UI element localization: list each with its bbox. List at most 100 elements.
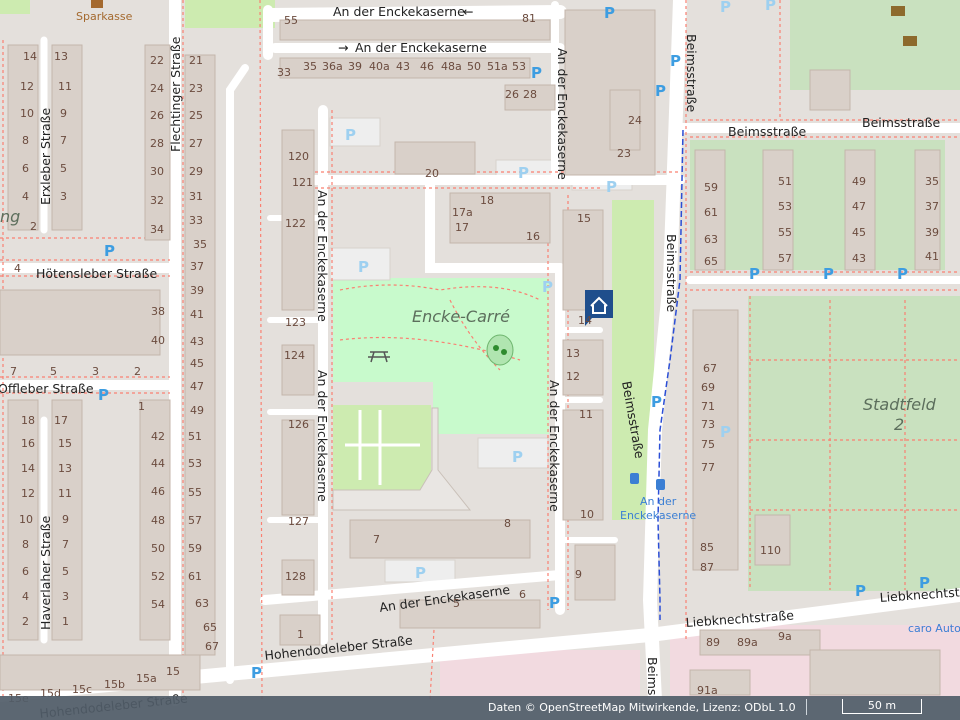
parking-icon[interactable]: P bbox=[720, 0, 731, 16]
svg-text:24: 24 bbox=[150, 82, 164, 95]
svg-text:37: 37 bbox=[925, 200, 939, 213]
parking-icon[interactable]: P bbox=[897, 265, 908, 283]
svg-text:45: 45 bbox=[190, 357, 204, 370]
svg-text:30: 30 bbox=[150, 165, 164, 178]
bank-icon[interactable] bbox=[91, 0, 103, 8]
svg-text:44: 44 bbox=[151, 457, 165, 470]
svg-text:11: 11 bbox=[58, 80, 72, 93]
svg-text:28: 28 bbox=[523, 88, 537, 101]
svg-text:63: 63 bbox=[704, 233, 718, 246]
bank-label: Sparkasse bbox=[76, 10, 133, 23]
svg-text:55: 55 bbox=[778, 226, 792, 239]
parking-icon[interactable]: P bbox=[345, 126, 356, 144]
parking-icon[interactable]: P bbox=[720, 423, 731, 441]
parking-icon[interactable]: P bbox=[251, 664, 262, 682]
street-enckekaserne-top: An der Enckekaserne bbox=[333, 4, 465, 19]
parking-icon[interactable]: P bbox=[512, 448, 523, 466]
street-beimsstrasse-v4: Beims bbox=[645, 657, 660, 695]
svg-text:69: 69 bbox=[701, 381, 715, 394]
svg-text:4: 4 bbox=[14, 262, 21, 275]
district-number: 2 bbox=[894, 415, 904, 434]
svg-text:33: 33 bbox=[189, 214, 203, 227]
svg-text:59: 59 bbox=[704, 181, 718, 194]
parking-icon[interactable]: P bbox=[855, 582, 866, 600]
svg-text:23: 23 bbox=[617, 147, 631, 160]
svg-text:10: 10 bbox=[19, 513, 33, 526]
garden-top bbox=[185, 0, 275, 28]
svg-text:6: 6 bbox=[22, 565, 29, 578]
svg-text:4: 4 bbox=[22, 190, 29, 203]
parking-icon[interactable]: P bbox=[542, 278, 553, 296]
parking-icon[interactable]: P bbox=[604, 4, 615, 22]
svg-text:35: 35 bbox=[303, 60, 317, 73]
svg-text:110: 110 bbox=[760, 544, 781, 557]
svg-text:1: 1 bbox=[62, 615, 69, 628]
parking-icon[interactable]: P bbox=[518, 164, 529, 182]
svg-text:43: 43 bbox=[396, 60, 410, 73]
garden-top-left bbox=[0, 0, 30, 14]
parking-icon[interactable]: P bbox=[765, 0, 776, 14]
parking-icon[interactable]: P bbox=[104, 242, 115, 260]
svg-text:15: 15 bbox=[166, 665, 180, 678]
svg-text:6: 6 bbox=[22, 162, 29, 175]
parking-icon[interactable]: P bbox=[98, 386, 109, 404]
park-encke-carre bbox=[333, 278, 549, 382]
svg-text:7: 7 bbox=[62, 538, 69, 551]
svg-text:15b: 15b bbox=[104, 678, 125, 691]
svg-text:40: 40 bbox=[151, 334, 165, 347]
svg-text:5: 5 bbox=[453, 597, 460, 610]
svg-text:9: 9 bbox=[60, 107, 67, 120]
svg-text:55: 55 bbox=[284, 14, 298, 27]
svg-text:15: 15 bbox=[58, 437, 72, 450]
svg-text:25: 25 bbox=[189, 109, 203, 122]
street-enckekaserne-vert-left: An der Enckekaserne bbox=[315, 190, 330, 322]
scale-bar: 50 m bbox=[842, 699, 922, 714]
svg-text:61: 61 bbox=[704, 206, 718, 219]
svg-text:14: 14 bbox=[23, 50, 37, 63]
parking-icon[interactable]: P bbox=[651, 393, 662, 411]
district-label: Stadtfeld bbox=[863, 395, 937, 414]
svg-text:1: 1 bbox=[138, 400, 145, 413]
playground-icon[interactable] bbox=[486, 334, 514, 366]
svg-text:13: 13 bbox=[566, 347, 580, 360]
area-label-encke-carre: Encke-Carré bbox=[412, 307, 510, 326]
svg-text:5: 5 bbox=[62, 565, 69, 578]
svg-text:121: 121 bbox=[292, 176, 313, 189]
parking-icon[interactable]: P bbox=[531, 64, 542, 82]
svg-text:26: 26 bbox=[505, 88, 519, 101]
parking-icon[interactable]: P bbox=[415, 564, 426, 582]
divider bbox=[806, 699, 807, 715]
svg-text:11: 11 bbox=[58, 487, 72, 500]
svg-text:6: 6 bbox=[519, 588, 526, 601]
svg-text:10: 10 bbox=[580, 508, 594, 521]
parking-icon[interactable]: P bbox=[823, 265, 834, 283]
parking-icon[interactable]: P bbox=[606, 178, 617, 196]
svg-text:8: 8 bbox=[504, 517, 511, 530]
svg-text:18: 18 bbox=[21, 414, 35, 427]
parking-icon[interactable]: P bbox=[749, 265, 760, 283]
parking-icon[interactable]: P bbox=[919, 574, 930, 592]
parking-icon[interactable]: P bbox=[549, 594, 560, 612]
map-canvas[interactable]: An der Enckekaserne ← → An der Enckekase… bbox=[0, 0, 960, 720]
svg-text:9: 9 bbox=[62, 513, 69, 526]
bus-stop-label-line2: Enckekaserne bbox=[620, 509, 696, 522]
svg-text:12: 12 bbox=[20, 80, 34, 93]
svg-text:41: 41 bbox=[925, 250, 939, 263]
attribution-text[interactable]: Daten © OpenStreetMap Mitwirkende, Lizen… bbox=[488, 701, 796, 714]
parking-icon[interactable]: P bbox=[670, 52, 681, 70]
svg-text:10: 10 bbox=[20, 107, 34, 120]
svg-text:124: 124 bbox=[284, 349, 305, 362]
svg-text:40a: 40a bbox=[369, 60, 390, 73]
svg-text:50: 50 bbox=[467, 60, 481, 73]
svg-text:34: 34 bbox=[150, 223, 164, 236]
svg-text:75: 75 bbox=[701, 438, 715, 451]
parking-icon[interactable]: P bbox=[655, 82, 666, 100]
street-offleber: Offleber Straße bbox=[0, 381, 94, 396]
svg-text:7: 7 bbox=[10, 365, 17, 378]
svg-text:8: 8 bbox=[22, 134, 29, 147]
parking-icon[interactable]: P bbox=[358, 258, 369, 276]
svg-text:27: 27 bbox=[189, 137, 203, 150]
svg-text:49: 49 bbox=[190, 404, 204, 417]
svg-text:24: 24 bbox=[628, 114, 642, 127]
svg-text:3: 3 bbox=[62, 590, 69, 603]
